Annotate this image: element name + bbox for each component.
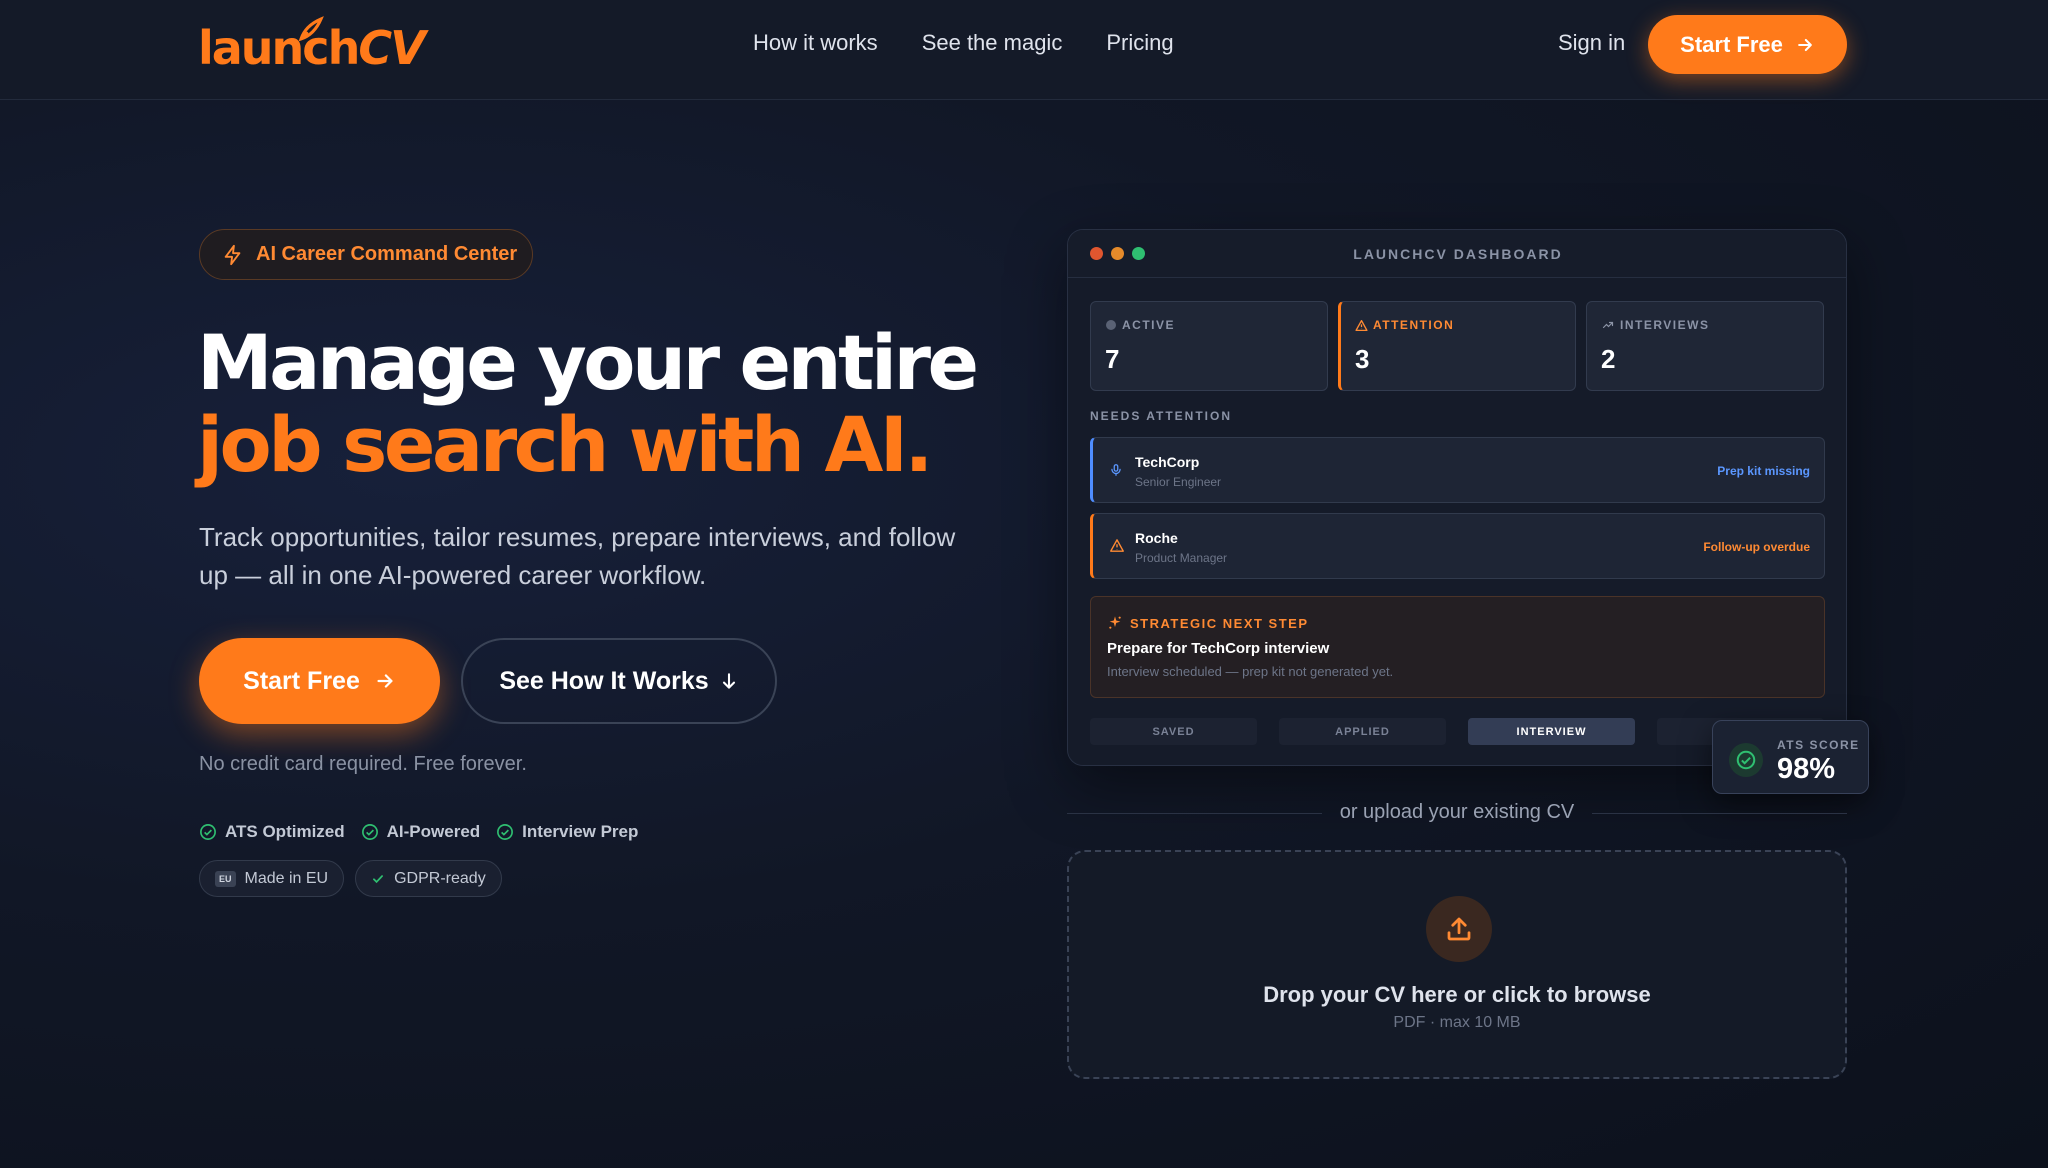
feature-check-label: AI-Powered [386, 822, 481, 841]
hero-start-free-button[interactable]: Start Free [199, 638, 440, 724]
check-circle-icon [1729, 743, 1763, 777]
hero-badge: AI Career Command Center [199, 229, 533, 280]
feature-check-item: AI-Powered [361, 822, 481, 842]
stat-label: ATTENTION [1355, 318, 1454, 332]
task-item-roche[interactable]: Roche Product Manager Follow-up overdue [1090, 513, 1825, 579]
dropzone-title: Drop your CV here or click to browse [1263, 982, 1651, 1007]
hero-start-free-label: Start Free [243, 666, 360, 695]
nav-links: How it works See the magic Pricing [753, 30, 1174, 56]
check-circle-icon [361, 824, 378, 840]
pipeline-stage-interview[interactable]: INTERVIEW [1468, 718, 1635, 745]
dashboard-titlebar: LAUNCHCV DASHBOARD [1068, 230, 1846, 278]
check-icon [373, 874, 384, 883]
microphone-icon [1111, 464, 1121, 476]
trending-up-icon [1602, 321, 1614, 329]
stat-card-attention[interactable]: ATTENTION 3 [1338, 301, 1576, 391]
arrow-down-icon [722, 673, 735, 689]
lightning-icon [224, 244, 241, 265]
top-navbar: launchCV How it works See the magic Pric… [0, 0, 2048, 100]
upload-icon [1426, 896, 1492, 962]
pipeline-stage-applied[interactable]: APPLIED [1279, 718, 1446, 745]
task-company: TechCorp [1135, 454, 1200, 470]
see-how-it-works-button[interactable]: See How It Works [461, 638, 777, 724]
task-role: Product Manager [1135, 551, 1228, 565]
nav-link-see-the-magic[interactable]: See the magic [922, 30, 1063, 56]
sparkle-icon [1109, 616, 1121, 629]
upload-or-text: or upload your existing CV [1339, 801, 1575, 823]
next-step-description: Interview scheduled — prep kit not gener… [1107, 664, 1394, 679]
hero-title: Manage your entire job search with AI. [197, 322, 1017, 486]
stat-label: ACTIVE [1105, 318, 1175, 332]
eu-icon: EU [215, 870, 236, 887]
sign-in-link[interactable]: Sign in [1558, 30, 1625, 56]
nav-start-free-button[interactable]: Start Free [1648, 15, 1847, 74]
warning-icon [1355, 319, 1368, 331]
pipeline-stage-saved[interactable]: SAVED [1090, 718, 1257, 745]
warning-icon [1110, 539, 1124, 552]
see-how-it-works-label: See How It Works [499, 666, 709, 695]
logo-text-cv: CV [358, 21, 425, 75]
stat-card-interviews[interactable]: INTERVIEWS 2 [1586, 301, 1824, 391]
next-step-label-text: STRATEGIC NEXT STEP [1130, 615, 1309, 631]
feature-check-label: Interview Prep [522, 822, 639, 841]
hero-subtitle: Track opportunities, tailor resumes, pre… [199, 522, 956, 590]
hero-title-line2: job search with AI. [197, 400, 933, 489]
feature-check-item: Interview Prep [496, 822, 638, 842]
circle-dot-icon [1106, 320, 1116, 330]
needs-attention-label: NEEDS ATTENTION [1090, 409, 1233, 423]
nav-link-how-it-works[interactable]: How it works [753, 30, 878, 56]
stat-label-text: INTERVIEWS [1620, 318, 1710, 332]
nav-start-free-label: Start Free [1680, 31, 1783, 57]
check-circle-icon [497, 824, 514, 840]
stat-value: 2 [1601, 344, 1616, 374]
task-role: Senior Engineer [1135, 475, 1222, 489]
stat-label-text: ACTIVE [1122, 318, 1176, 332]
ats-score-card: ATS SCORE 98% [1712, 720, 1869, 794]
ats-score-label: ATS SCORE [1777, 738, 1860, 752]
stat-value: 7 [1105, 344, 1120, 374]
cv-dropzone[interactable]: Drop your CV here or click to browse PDF… [1067, 850, 1847, 1079]
hero-badge-label: AI Career Command Center [256, 243, 518, 265]
hero-title-line1: Manage your entire [197, 318, 979, 407]
task-item-techcorp[interactable]: TechCorp Senior Engineer Prep kit missin… [1090, 437, 1825, 503]
gdpr-ready-label: GDPR-ready [394, 869, 486, 887]
task-status: Follow-up overdue [1703, 540, 1810, 554]
task-company: Roche [1135, 530, 1178, 546]
arrow-right-icon [377, 674, 393, 688]
arrow-right-icon [1797, 38, 1812, 51]
stat-value: 3 [1355, 344, 1370, 374]
logo[interactable]: launchCV [198, 16, 426, 78]
next-step-title: Prepare for TechCorp interview [1107, 640, 1330, 657]
stat-label-text: ATTENTION [1373, 318, 1455, 332]
nav-link-pricing[interactable]: Pricing [1106, 30, 1173, 56]
made-in-eu-pill: EU Made in EU [199, 860, 345, 897]
made-in-eu-label: Made in EU [244, 869, 329, 887]
logo-text-launch: launch [198, 21, 360, 75]
check-circle-icon [200, 824, 216, 840]
stat-card-active[interactable]: ACTIVE 7 [1090, 301, 1328, 391]
stat-label: INTERVIEWS [1601, 318, 1709, 332]
feature-check-item: ATS Optimized [199, 822, 345, 842]
ats-score-value: 98% [1777, 753, 1836, 785]
dropzone-subtitle: PDF · max 10 MB [1393, 1014, 1521, 1031]
dashboard-preview: LAUNCHCV DASHBOARD ACTIVE 7 ATTENTION 3 … [1067, 229, 1847, 766]
task-status: Prep kit missing [1717, 464, 1810, 478]
dashboard-title: LAUNCHCV DASHBOARD [1353, 246, 1563, 262]
rocket-icon [298, 16, 324, 42]
strategic-next-step-card[interactable]: STRATEGIC NEXT STEP Prepare for TechCorp… [1090, 596, 1825, 698]
trust-pills: EU Made in EU GDPR-ready [199, 860, 502, 897]
feature-checks: ATS Optimized AI-Powered Interview Prep [199, 822, 638, 842]
feature-check-label: ATS Optimized [225, 822, 345, 841]
gdpr-ready-pill: GDPR-ready [355, 860, 502, 897]
next-step-label: STRATEGIC NEXT STEP [1107, 615, 1309, 631]
no-credit-card-note: No credit card required. Free forever. [199, 753, 527, 775]
